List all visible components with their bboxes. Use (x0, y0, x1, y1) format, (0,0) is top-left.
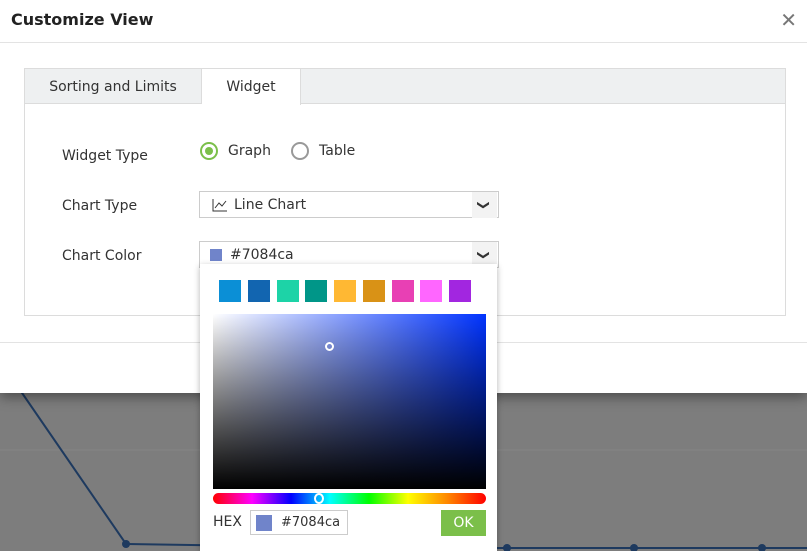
chart-point (122, 540, 130, 548)
hex-label: HEX (213, 514, 242, 530)
radio-graph[interactable]: Graph (200, 142, 271, 160)
swatch-pink[interactable] (420, 280, 442, 302)
saturation-value-area[interactable] (213, 314, 486, 489)
line-chart-icon (212, 198, 227, 211)
swatch-teal[interactable] (305, 280, 327, 302)
hex-color-preview (256, 514, 272, 531)
swatch-orange[interactable] (363, 280, 385, 302)
chevron-down-icon[interactable]: ❯ (472, 191, 497, 218)
swatch-purple[interactable] (449, 280, 471, 302)
swatch-light-blue[interactable] (219, 280, 241, 302)
chart-point (630, 544, 638, 551)
radio-graph-label: Graph (228, 143, 271, 159)
chart-point (758, 544, 766, 551)
chart-color-value: #7084ca (230, 246, 294, 263)
swatch-magenta[interactable] (392, 280, 414, 302)
ok-button[interactable]: OK (441, 510, 486, 536)
radio-unchecked-icon (291, 142, 309, 160)
color-preview-swatch (210, 248, 222, 261)
tab-bar: Sorting and Limits Widget (25, 69, 785, 105)
close-icon[interactable]: ✕ (780, 8, 797, 32)
color-picker-popup: HEX #7084ca OK (200, 264, 497, 551)
swatch-yellow[interactable] (334, 280, 356, 302)
swatch-aqua[interactable] (277, 280, 299, 302)
swatch-blue[interactable] (248, 280, 270, 302)
tab-widget[interactable]: Widget (202, 69, 301, 105)
widget-type-label: Widget Type (62, 148, 148, 164)
chart-color-label: Chart Color (62, 248, 142, 264)
hue-slider-handle[interactable] (314, 493, 324, 504)
chart-type-label: Chart Type (62, 198, 138, 214)
radio-checked-icon (200, 142, 218, 160)
hex-input-value: #7084ca (281, 515, 341, 530)
chart-type-value: Line Chart (234, 196, 307, 213)
hue-slider[interactable] (213, 493, 486, 504)
tab-sorting-and-limits[interactable]: Sorting and Limits (25, 69, 202, 104)
chart-point (503, 544, 511, 551)
radio-table-label: Table (319, 143, 356, 159)
chart-type-select[interactable]: Line Chart ❯ (199, 191, 499, 218)
hex-input[interactable]: #7084ca (250, 510, 348, 535)
divider (0, 42, 807, 43)
radio-table[interactable]: Table (291, 142, 355, 160)
color-cursor[interactable] (325, 342, 334, 351)
dialog-title: Customize View (11, 10, 154, 29)
